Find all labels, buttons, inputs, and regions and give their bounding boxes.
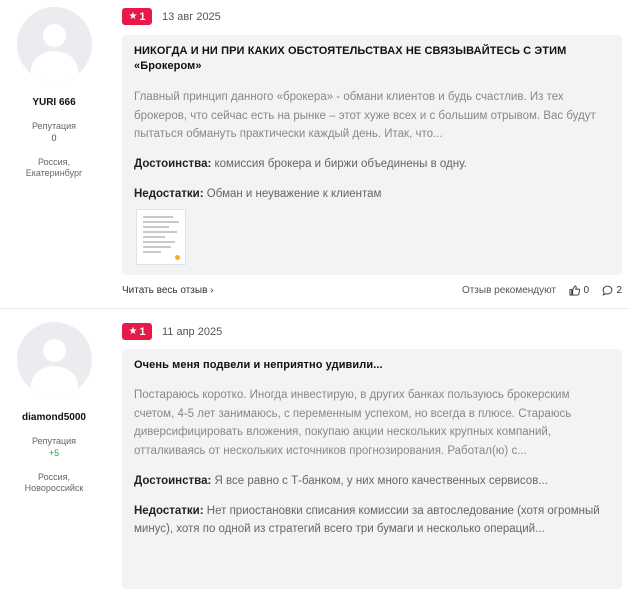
rating-badge: ★ 1: [122, 8, 152, 25]
recommend-label: Отзыв рекомендуют: [461, 285, 556, 296]
author-location: Россия, Новороссийск: [24, 472, 84, 493]
star-icon: ★: [128, 11, 138, 22]
reputation-label: Репутация: [31, 121, 77, 131]
like-count: 0: [583, 285, 589, 296]
reputation-value: +5: [48, 448, 60, 458]
thumbs-up-icon: [569, 285, 581, 296]
review-footer: Читать весь отзыв › Отзыв рекомендуют 0 …: [122, 285, 622, 299]
like-button[interactable]: 0: [569, 285, 589, 296]
avatar[interactable]: [16, 322, 92, 397]
review-card: YURI 666 Репутация 0 Россия, Екатеринбур…: [0, 0, 629, 308]
rating-badge: ★ 1: [122, 323, 152, 340]
review-pros: Достоинства: комиссия брокера и биржи об…: [134, 157, 467, 170]
review-text: Постараюсь коротко. Иногда инвестирую, в…: [134, 389, 572, 457]
review-body: Очень меня подвели и неприятно удивили..…: [122, 349, 622, 589]
review-title[interactable]: НИКОГДА И НИ ПРИ КАКИХ ОБСТОЯТЕЛЬСТВАХ Н…: [134, 44, 610, 74]
review-author: diamond5000 Репутация +5 Россия, Новорос…: [0, 322, 108, 494]
reputation-label: Репутация: [31, 436, 77, 446]
avatar[interactable]: [16, 7, 92, 82]
attachment-thumbnail[interactable]: [136, 209, 186, 265]
reputation-value: 0: [51, 133, 57, 143]
review-body: НИКОГДА И НИ ПРИ КАКИХ ОБСТОЯТЕЛЬСТВАХ Н…: [122, 35, 622, 275]
comment-count: 2: [616, 285, 622, 296]
review-date: 11 апр 2025: [162, 326, 223, 338]
review-date: 13 авг 2025: [162, 11, 221, 23]
comments-button[interactable]: 2: [602, 285, 622, 296]
review-pros: Достоинства: Я все равно с Т-банком, у н…: [134, 475, 548, 487]
review-card: diamond5000 Репутация +5 Россия, Новорос…: [0, 309, 629, 589]
review-cons: Недостатки: Обман и неуважение к клиента…: [134, 187, 382, 200]
author-name[interactable]: diamond5000: [0, 412, 108, 423]
review-title[interactable]: Очень меня подвели и неприятно удивили..…: [134, 358, 610, 373]
author-location: Россия, Екатеринбург: [25, 157, 83, 178]
review-cons: Недостатки: Нет приостановки списания ко…: [134, 505, 600, 535]
review-author: YURI 666 Репутация 0 Россия, Екатеринбур…: [0, 7, 108, 179]
author-name[interactable]: YURI 666: [0, 97, 108, 108]
comment-icon: [603, 285, 613, 296]
read-full-review-link[interactable]: Читать весь отзыв ›: [122, 285, 214, 296]
star-icon: ★: [128, 326, 138, 337]
review-text: Главный принцип данного «брокера» - обма…: [134, 91, 596, 140]
